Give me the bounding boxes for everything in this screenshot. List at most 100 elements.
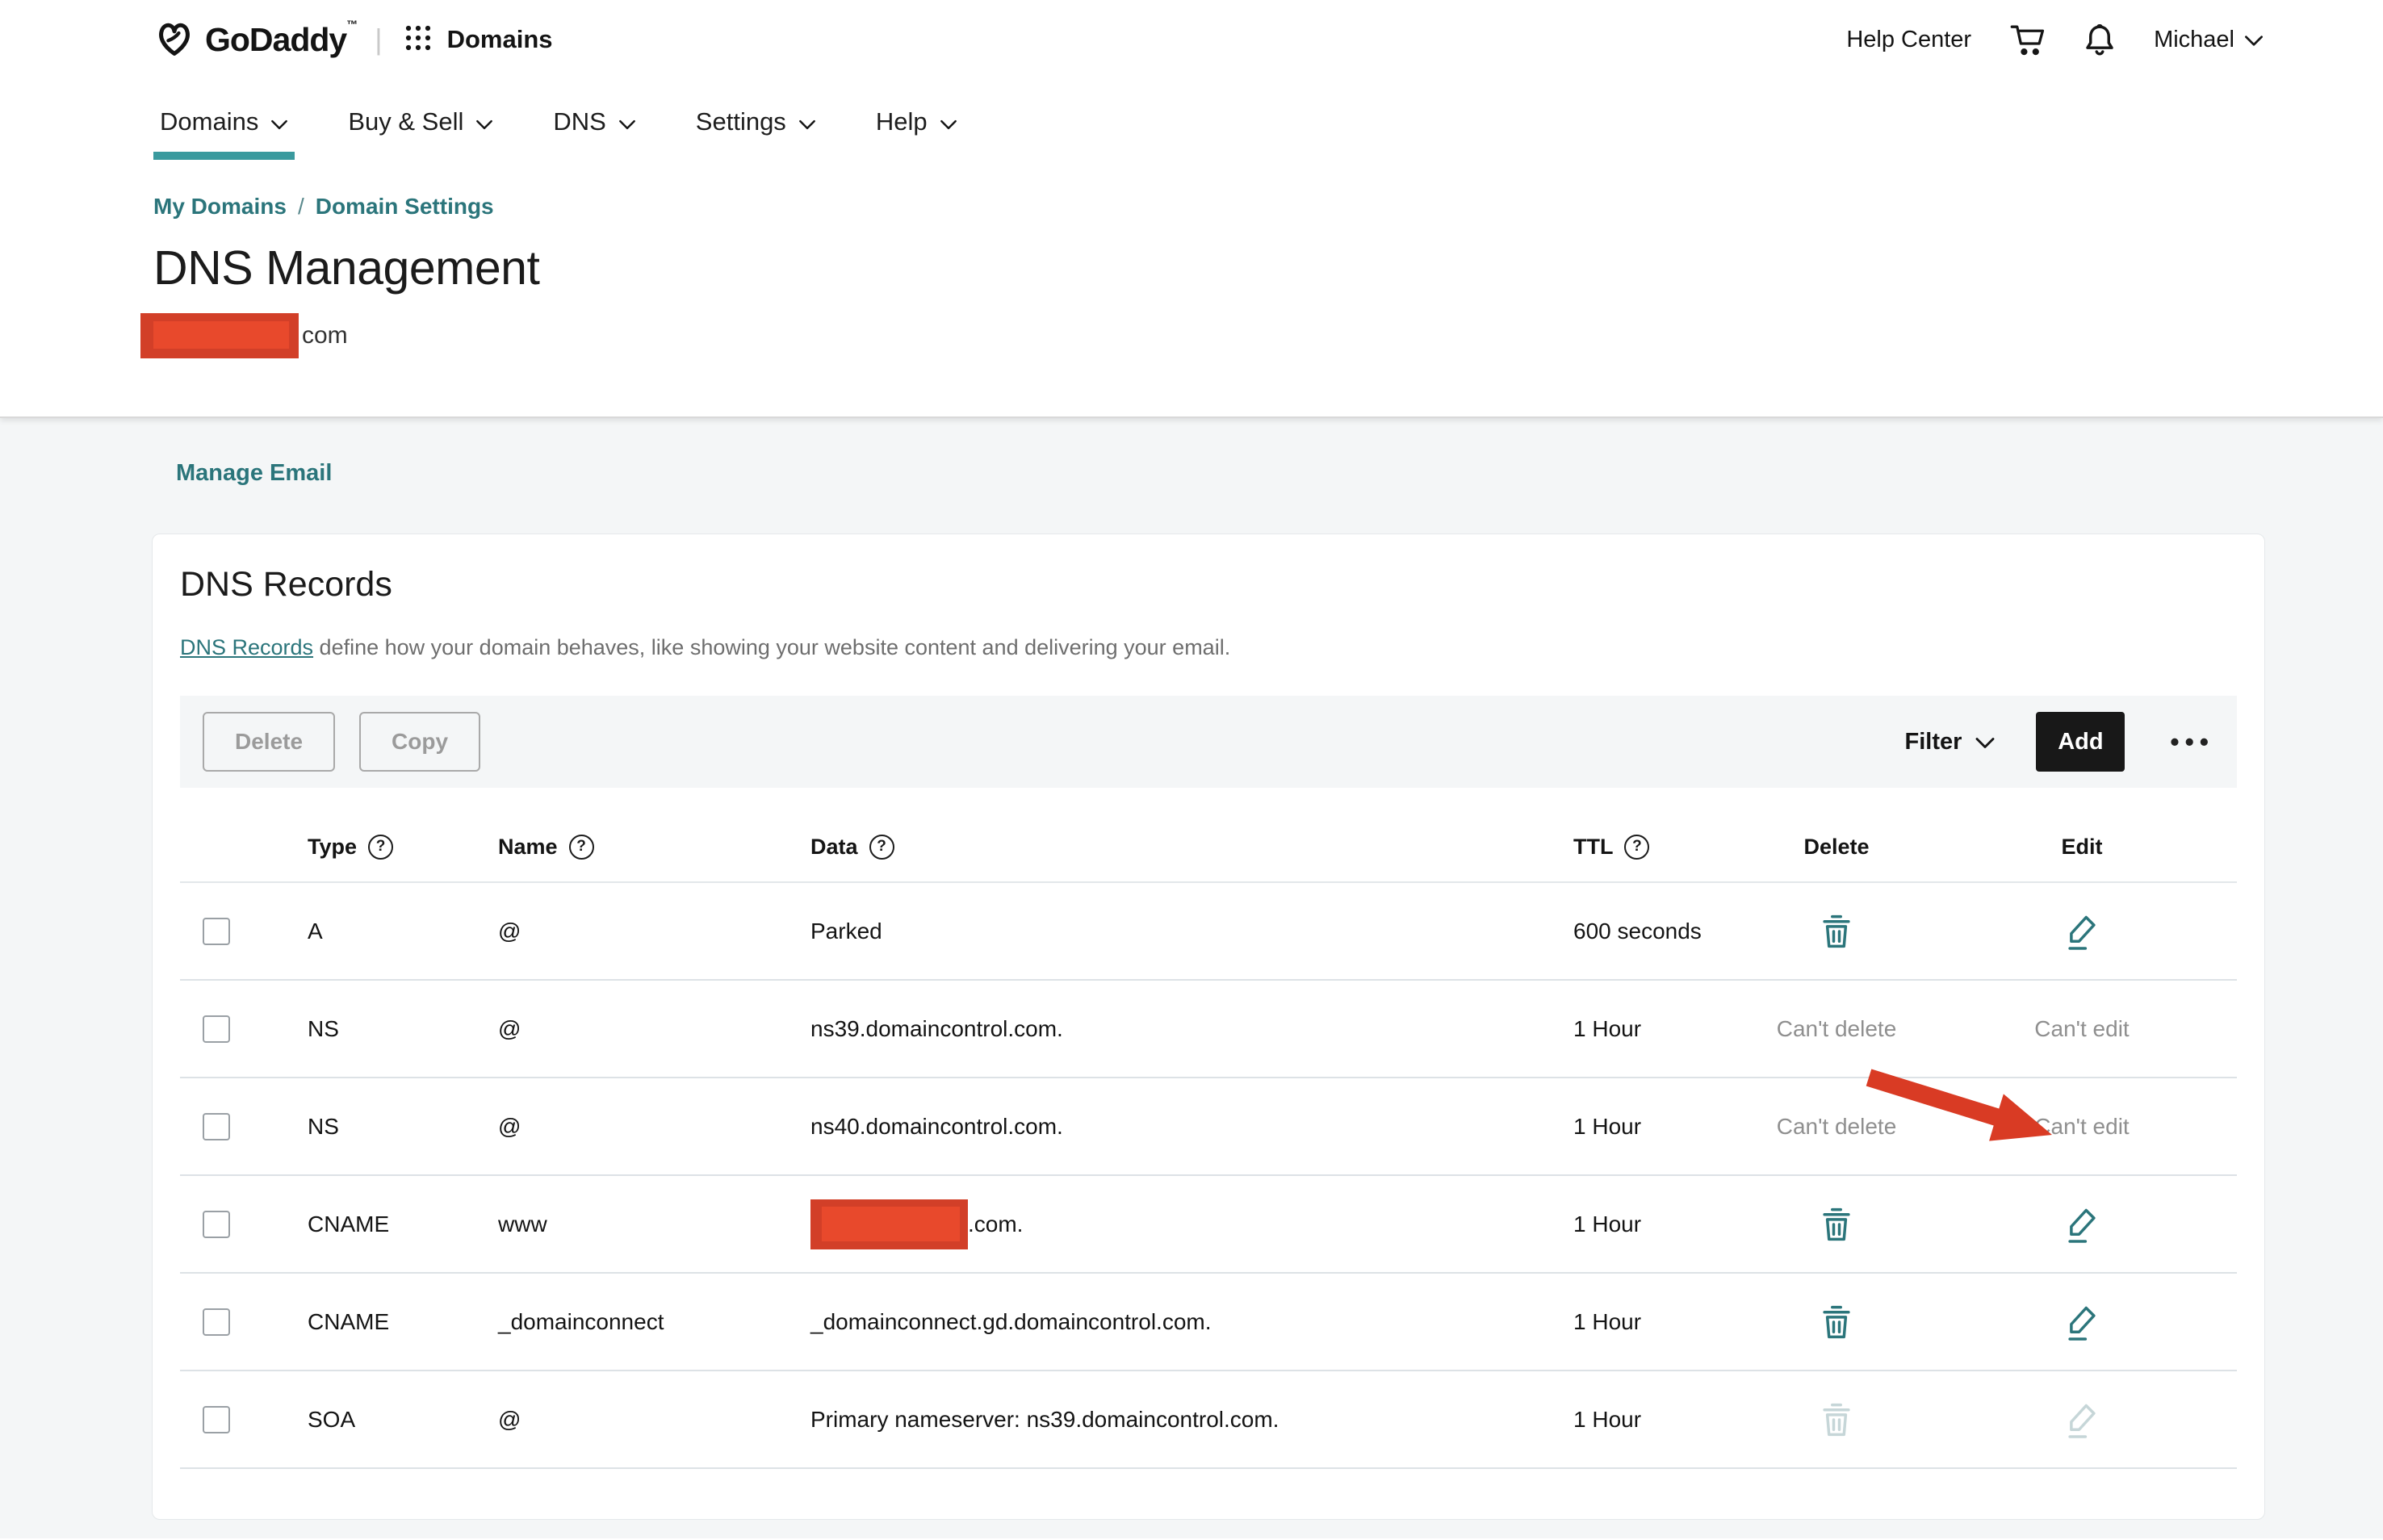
- domain-suffix: com: [302, 322, 348, 349]
- chevron-down-icon: [618, 107, 636, 136]
- record-delete-cell: [1748, 1206, 1925, 1243]
- help-icon[interactable]: ?: [1624, 835, 1649, 860]
- record-name: www: [498, 1211, 810, 1237]
- dns-records-card: DNS Records DNS Records define how your …: [152, 534, 2265, 1520]
- records-toolbar: Delete Copy Filter Add •••: [180, 696, 2237, 788]
- tab-domains[interactable]: Domains: [153, 74, 295, 169]
- top-bar: GoDaddy™ | Domains Help Center: [0, 0, 2383, 74]
- more-options-button[interactable]: •••: [2165, 727, 2214, 757]
- chevron-down-icon: [2244, 27, 2264, 53]
- add-button[interactable]: Add: [2036, 712, 2125, 772]
- record-type: CNAME: [308, 1211, 498, 1237]
- record-ttl: 1 Hour: [1573, 1016, 1748, 1042]
- col-header-type: Type: [308, 835, 357, 860]
- trash-icon[interactable]: [1820, 1304, 1853, 1341]
- record-data: Parked: [810, 919, 1573, 944]
- tab-label: Settings: [696, 107, 786, 136]
- chevron-down-icon: [1975, 729, 1996, 755]
- dns-records-table: Type? Name? Data? TTL? Delete Edit A @ P…: [180, 812, 2237, 1469]
- header-divider: |: [375, 23, 382, 56]
- record-type: A: [308, 919, 498, 944]
- row-checkbox[interactable]: [203, 918, 230, 945]
- page-hero: My Domains / Domain Settings DNS Managem…: [0, 194, 2383, 358]
- col-header-ttl: TTL: [1573, 835, 1613, 860]
- row-checkbox[interactable]: [203, 1308, 230, 1336]
- page-body: Manage Email DNS Records DNS Records def…: [0, 418, 2383, 1538]
- col-header-name: Name: [498, 835, 558, 860]
- row-checkbox[interactable]: [203, 1406, 230, 1433]
- record-delete-cell: Can't delete: [1748, 1114, 1925, 1140]
- record-type: SOA: [308, 1407, 498, 1433]
- filter-label: Filter: [1904, 729, 1962, 755]
- record-ttl: 1 Hour: [1573, 1309, 1748, 1335]
- record-name: @: [498, 919, 810, 944]
- cart-icon[interactable]: [2008, 22, 2046, 57]
- domain-name-line: com: [153, 313, 2383, 358]
- dns-records-link[interactable]: DNS Records: [180, 635, 313, 659]
- tab-label: Help: [876, 107, 928, 136]
- tab-label: Domains: [160, 107, 258, 136]
- breadcrumb-my-domains[interactable]: My Domains: [153, 194, 287, 220]
- table-row: NS @ ns39.domaincontrol.com. 1 Hour Can'…: [180, 981, 2237, 1078]
- help-icon[interactable]: ?: [869, 835, 894, 860]
- user-name: Michael: [2154, 27, 2234, 53]
- record-edit-cell: [1925, 912, 2239, 951]
- page-title: DNS Management: [153, 241, 2383, 295]
- edit-pencil-icon[interactable]: [2065, 1205, 2099, 1244]
- brand-wordmark: GoDaddy™: [205, 21, 357, 59]
- tab-dns[interactable]: DNS: [547, 74, 642, 169]
- record-data: ns39.domaincontrol.com.: [810, 1016, 1573, 1042]
- row-checkbox[interactable]: [203, 1211, 230, 1238]
- record-delete-cell: [1748, 913, 1925, 950]
- manage-email-link[interactable]: Manage Email: [176, 460, 332, 487]
- record-edit-cell: [1925, 1205, 2239, 1244]
- chevron-down-icon: [940, 107, 957, 136]
- breadcrumb-domain-settings[interactable]: Domain Settings: [316, 194, 494, 220]
- record-type: NS: [308, 1114, 498, 1140]
- help-center-link[interactable]: Help Center: [1846, 27, 1971, 53]
- action-unavailable-label: Can't edit: [2034, 1114, 2129, 1140]
- action-unavailable-label: Can't delete: [1777, 1016, 1897, 1042]
- record-delete-cell: [1748, 1304, 1925, 1341]
- row-checkbox[interactable]: [203, 1113, 230, 1140]
- copy-button[interactable]: Copy: [359, 712, 480, 772]
- user-menu[interactable]: Michael: [2154, 27, 2264, 53]
- table-row: CNAME _domainconnect _domainconnect.gd.d…: [180, 1274, 2237, 1371]
- record-name: @: [498, 1016, 810, 1042]
- help-icon[interactable]: ?: [368, 835, 393, 860]
- dns-records-description: DNS Records define how your domain behav…: [180, 635, 2237, 660]
- record-type: NS: [308, 1016, 498, 1042]
- tab-buy-sell[interactable]: Buy & Sell: [341, 74, 500, 169]
- row-checkbox[interactable]: [203, 1015, 230, 1043]
- trash-icon[interactable]: [1820, 1206, 1853, 1243]
- record-data-suffix: .com.: [968, 1211, 1023, 1237]
- col-header-edit: Edit: [2062, 835, 2103, 860]
- record-edit-cell: Can't edit: [1925, 1016, 2239, 1042]
- record-type: CNAME: [308, 1309, 498, 1335]
- help-icon[interactable]: ?: [569, 835, 594, 860]
- edit-pencil-icon[interactable]: [2065, 1303, 2099, 1341]
- action-unavailable-label: Can't edit: [2034, 1016, 2129, 1042]
- edit-pencil-icon[interactable]: [2065, 912, 2099, 951]
- godaddy-brand[interactable]: GoDaddy™: [153, 17, 357, 63]
- page-header: GoDaddy™ | Domains Help Center: [0, 0, 2383, 418]
- godaddy-logo-icon: [153, 17, 195, 63]
- record-edit-cell: Can't edit: [1925, 1114, 2239, 1140]
- tab-help[interactable]: Help: [869, 74, 964, 169]
- app-grid-icon: [404, 23, 433, 56]
- app-name: Domains: [447, 25, 553, 54]
- tab-label: DNS: [553, 107, 605, 136]
- breadcrumb-separator: /: [298, 194, 304, 220]
- record-delete-cell: [1748, 1401, 1925, 1438]
- app-switcher[interactable]: Domains: [404, 23, 553, 56]
- redaction-box: [810, 1199, 968, 1249]
- record-ttl: 600 seconds: [1573, 919, 1748, 944]
- tab-settings[interactable]: Settings: [689, 74, 823, 169]
- record-edit-cell: [1925, 1303, 2239, 1341]
- filter-dropdown[interactable]: Filter: [1904, 729, 1996, 755]
- record-ttl: 1 Hour: [1573, 1114, 1748, 1140]
- chevron-down-icon: [475, 107, 493, 136]
- delete-button[interactable]: Delete: [203, 712, 335, 772]
- bell-icon[interactable]: [2083, 21, 2117, 58]
- trash-icon[interactable]: [1820, 913, 1853, 950]
